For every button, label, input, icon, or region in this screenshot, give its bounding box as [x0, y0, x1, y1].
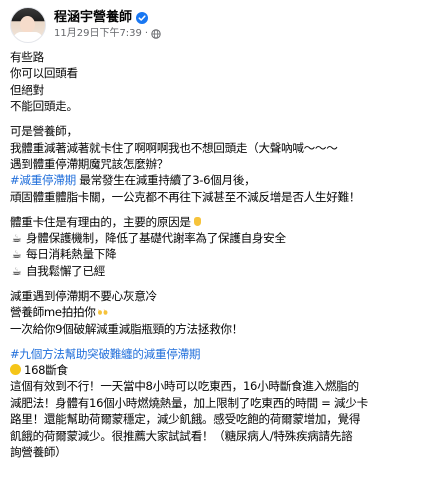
reason-item: ☕ 每日消耗熱量下降 — [10, 246, 432, 262]
verified-badge-icon — [136, 12, 149, 24]
section-title-line: 168斷食 — [10, 362, 432, 378]
coffee-cup-icon: ☕ — [11, 264, 22, 278]
intro-line: 不能回頭走。 — [10, 99, 78, 114]
author-name[interactable]: 程涵宇營養師 — [54, 10, 132, 26]
paragraph-text: 營養師me拍拍你 — [10, 305, 96, 320]
intro-line: 有些路 — [10, 50, 44, 64]
paragraph-line: 頑固體重體脂卡關，一公克都不再往下減甚至不減反增是否人生好難！ — [10, 189, 361, 204]
intro-line: 你可以回頭看 — [10, 66, 78, 81]
reason-item: ☕ 身體保護機制，降低了基礎代謝率為了保護自身安全 — [10, 230, 432, 246]
paragraph-text: 最常發生在減重持續了3-6個月後， — [75, 173, 256, 188]
post-timestamp[interactable]: 11月29日下午7:39 — [54, 27, 142, 40]
section-line: 詢營養師） — [10, 444, 67, 459]
section-line: 這個有效到不行！一天當中8小時可以吃東西，16小時斷食進入燃脂的 — [10, 379, 359, 394]
reason-text: 每日消耗熱量下降 — [26, 247, 117, 262]
section-line: 飢餓的荷爾蒙減少。很推薦大家試試看！（糖尿病人/特殊疾病請先諮 — [10, 428, 353, 443]
section-title: 168斷食 — [24, 363, 68, 378]
paragraph-line: 遇到體重停滯期魔咒該怎麼辦？ — [10, 156, 169, 171]
post-meta: 11月29日下午7:39 · — [54, 27, 161, 40]
coffee-cup-icon: ☕ — [11, 248, 22, 262]
post-header: 程涵宇營養師 11月29日下午7:39 · — [10, 0, 432, 46]
globe-icon[interactable] — [151, 28, 161, 39]
paragraph-line: 我體重減著減著就卡住了啊啊啊我也不想回頭走（大聲吶喊～～～ — [10, 140, 338, 155]
facebook-post: 程涵宇營養師 11月29日下午7:39 · 有些路 你可以回頭看 但絕對 不能回… — [0, 0, 442, 500]
author-avatar[interactable] — [10, 7, 46, 43]
hashtag-nine-methods[interactable]: #九個方法幫助突破難纏的減重停滯期 — [10, 347, 200, 361]
paragraph-line: 減重遇到停滯期不要心灰意冷 — [10, 288, 157, 303]
intro-line: 但絕對 — [10, 82, 44, 97]
reason-text: 身體保護機制，降低了基礎代謝率為了保護自身安全 — [26, 231, 286, 246]
paragraph-line-with-hashtag: #減重停滯期 最常發生在減重持續了3-6個月後， — [10, 172, 432, 188]
section-line: 減肥法！身體有16個小時燃燒熱量，加上限制了吃東西的時間 = 減少卡 — [10, 395, 368, 410]
raised-hand-emoji-icon — [192, 216, 203, 227]
meta-separator: · — [144, 28, 149, 39]
avatar-coat — [13, 32, 43, 42]
hashtag-weight-plateau[interactable]: #減重停滯期 — [10, 173, 76, 187]
post-body: 有些路 你可以回頭看 但絕對 不能回頭走。 可是營養師， 我體重減著減著就卡住了… — [10, 49, 432, 460]
coffee-cup-icon: ☕ — [11, 232, 22, 246]
section-line: 路里！還能幫助荷爾蒙穩定，減少飢餓。感受吃飽的荷爾蒙增加，覺得 — [10, 412, 361, 427]
author-info: 程涵宇營養師 11月29日下午7:39 · — [54, 10, 161, 40]
avatar-face — [20, 16, 35, 33]
author-name-row: 程涵宇營養師 — [54, 10, 161, 26]
reason-intro-line: 體重卡住是有理由的，主要的原因是 — [10, 214, 432, 230]
reason-text: 自我鬆懈了已經 — [26, 263, 106, 278]
paragraph-line: 可是營養師， — [10, 124, 78, 139]
reason-item: ☕ 自我鬆懈了已經 — [10, 263, 432, 279]
paragraph-line: 一次給你9個破解減重減脂瓶頸的方法拯救你！ — [10, 321, 243, 336]
paragraph-line-with-emoji: 營養師me拍拍你 — [10, 304, 432, 320]
reason-intro-text: 體重卡住是有理由的，主要的原因是 — [10, 214, 191, 229]
clapping-hands-emoji-icon — [97, 309, 108, 315]
yellow-circle-emoji-icon — [10, 364, 21, 376]
section-hashtag-line: #九個方法幫助突破難纏的減重停滯期 — [10, 346, 432, 362]
